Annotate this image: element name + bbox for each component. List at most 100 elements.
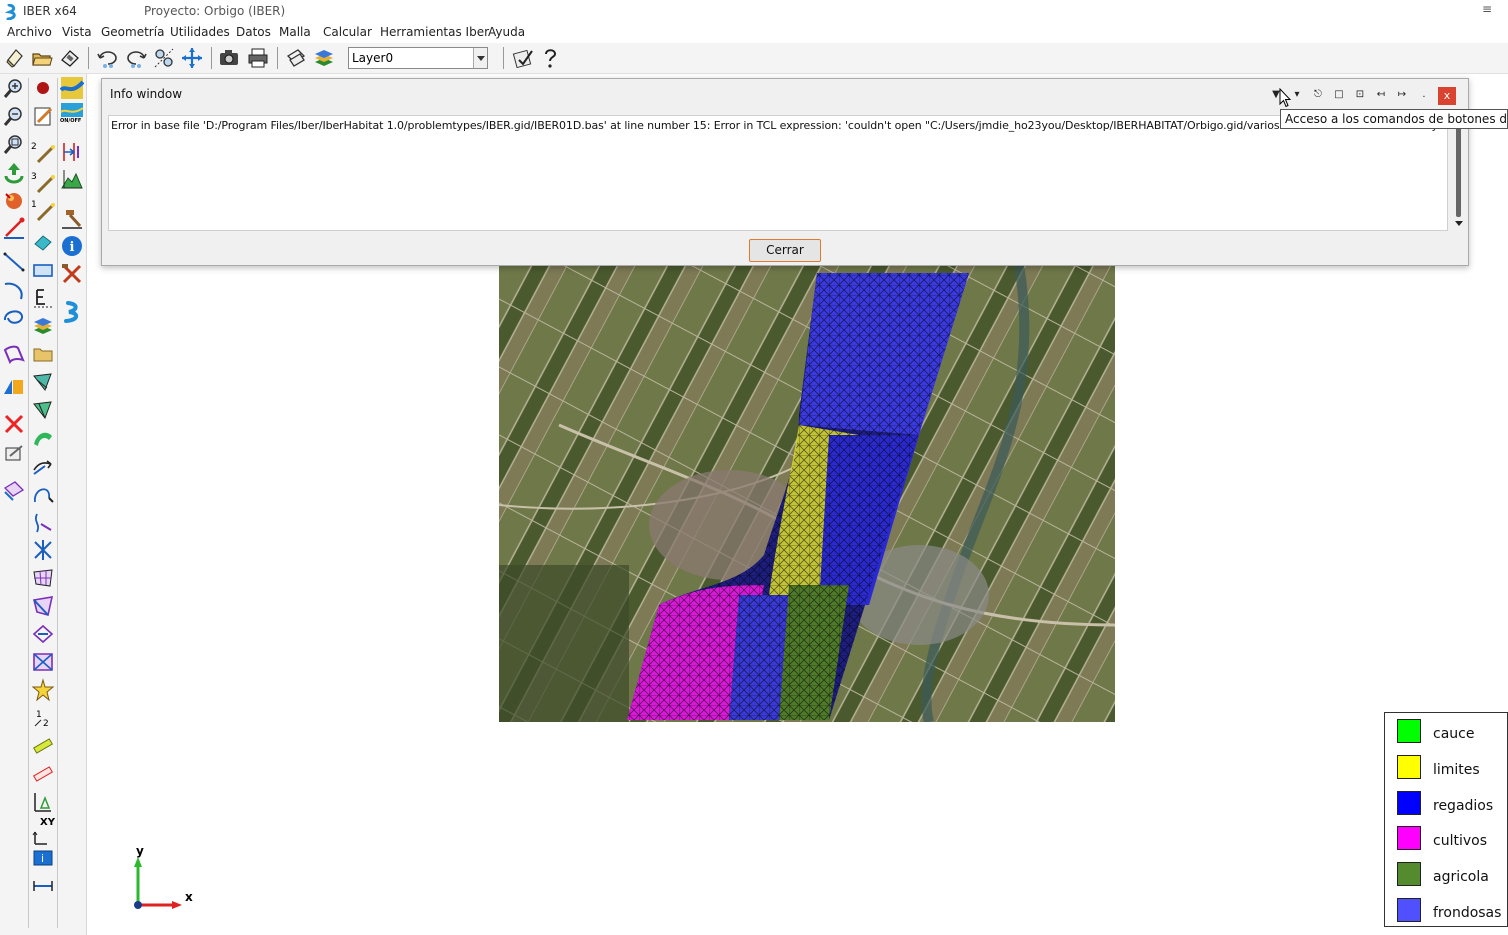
layer-select[interactable]: Layer0 <box>348 47 488 69</box>
render-icon[interactable] <box>2 188 26 212</box>
legend-label: cauce <box>1433 726 1475 742</box>
project-title: Proyecto: Orbigo (IBER) <box>144 4 286 18</box>
star-point-icon[interactable] <box>31 678 55 702</box>
surface-boundary-icon[interactable] <box>31 622 55 646</box>
info-message-textarea[interactable]: Error in base file 'D:/Program Files/Ibe… <box>108 115 1448 231</box>
close-window-button[interactable]: x <box>1438 87 1456 105</box>
delete-icon[interactable] <box>2 412 26 436</box>
edit-icon[interactable] <box>2 442 26 466</box>
print-icon[interactable] <box>246 46 270 70</box>
title-bar: IBER x64 Proyecto: Orbigo (IBER) ≡ <box>0 0 1508 24</box>
bridge-icon[interactable] <box>60 140 84 164</box>
text-icon[interactable] <box>31 286 55 310</box>
legend-label: agricola <box>1433 869 1489 885</box>
camera-icon[interactable] <box>217 46 241 70</box>
create-line-icon[interactable] <box>2 250 26 274</box>
intersect-icon[interactable] <box>31 538 55 562</box>
order-1-wand-icon[interactable] <box>33 200 57 224</box>
menu-datos[interactable]: Datos <box>236 25 271 39</box>
dimension-icon[interactable] <box>31 874 55 898</box>
dock-left-icon[interactable]: ↤ <box>1373 87 1389 103</box>
error-message-text: Error in base file 'D:/Program Files/Ibe… <box>111 119 1441 132</box>
layers-icon[interactable] <box>312 46 336 70</box>
menu-herramientas-iber[interactable]: Herramientas Iber <box>380 25 489 39</box>
create-arc-icon[interactable] <box>2 278 26 302</box>
maximize-icon[interactable]: ⊡ <box>1352 87 1368 103</box>
grid-surface-icon[interactable] <box>31 566 55 590</box>
menu-archivo[interactable]: Archivo <box>7 25 52 39</box>
mesh-surface-3-icon[interactable] <box>31 426 55 450</box>
iber-logo-tool-icon[interactable] <box>60 300 84 324</box>
iber-map-icon[interactable] <box>60 76 84 100</box>
pan-icon[interactable] <box>180 46 204 70</box>
menu-calcular[interactable]: Calcular <box>323 25 372 39</box>
tools-cross-icon[interactable] <box>60 262 84 286</box>
scrollbar-thumb[interactable] <box>1456 127 1461 217</box>
create-point-icon[interactable] <box>2 216 26 240</box>
create-nurbs-icon[interactable] <box>2 306 26 330</box>
measure-icon[interactable] <box>31 734 55 758</box>
window-title-buttons: ▼ ▾ ⎋ □ ⊡ ↤ ↦ . x <box>1268 87 1458 105</box>
info-icon[interactable]: i <box>60 234 84 258</box>
eraser-icon[interactable] <box>31 230 55 254</box>
order-2-wand-icon[interactable] <box>33 142 57 166</box>
collapse-icon[interactable]: ▾ <box>1289 87 1305 103</box>
save-icon[interactable] <box>58 46 82 70</box>
chevron-down-icon[interactable] <box>473 48 487 68</box>
zoom-in-icon[interactable] <box>2 76 26 100</box>
onoff-label: ON/OFF <box>60 118 82 124</box>
hammer-icon[interactable] <box>60 206 84 230</box>
record-icon[interactable] <box>31 76 55 100</box>
problem-data-icon[interactable] <box>511 46 535 70</box>
pin-icon[interactable]: ⎋ <box>1310 87 1326 103</box>
layer-tool-icon[interactable] <box>284 46 308 70</box>
left-toolbar: 2 3 1 12 XY i ON/OFF i <box>0 74 87 935</box>
copy-icon[interactable] <box>2 478 26 502</box>
menu-vista[interactable]: Vista <box>62 25 92 39</box>
surface-mesh-icon[interactable] <box>31 650 55 674</box>
create-surface-icon[interactable] <box>2 342 26 366</box>
create-volume-icon[interactable] <box>2 374 26 398</box>
window-menu-icon[interactable]: ≡ <box>1482 2 1492 16</box>
folder-icon[interactable] <box>31 342 55 366</box>
rotate-right-icon[interactable] <box>124 46 148 70</box>
redraw-icon[interactable] <box>2 160 26 184</box>
help-icon[interactable] <box>538 46 562 70</box>
coordinates-icon[interactable] <box>31 824 55 848</box>
iber-logo-icon <box>5 4 16 20</box>
app-title: IBER x64 <box>23 4 77 18</box>
layers-stack-icon[interactable] <box>31 314 55 338</box>
curve-join-icon[interactable] <box>31 482 55 506</box>
minimize-icon[interactable]: . <box>1416 87 1432 103</box>
dock-right-icon[interactable]: ↦ <box>1394 87 1410 103</box>
cerrar-button[interactable]: Cerrar <box>749 239 821 262</box>
menu-utilidades[interactable]: Utilidades <box>170 25 230 39</box>
menu-geometria[interactable]: Geometría <box>101 25 164 39</box>
order-3-wand-icon[interactable] <box>33 172 57 196</box>
rectangle-icon[interactable] <box>31 258 55 282</box>
surface-diagonal-icon[interactable] <box>31 594 55 618</box>
edit-note-icon[interactable] <box>31 104 55 128</box>
axis-x-label: x <box>185 890 193 904</box>
menu-ayuda[interactable]: Ayuda <box>488 25 525 39</box>
new-file-icon[interactable] <box>3 46 27 70</box>
mesh-surface-icon[interactable] <box>31 370 55 394</box>
scroll-down-icon[interactable] <box>1455 221 1463 226</box>
restore-icon[interactable]: □ <box>1331 87 1347 103</box>
zoom-out-icon[interactable] <box>2 104 26 128</box>
curve-split-icon[interactable] <box>31 510 55 534</box>
ruler-icon[interactable] <box>31 762 55 786</box>
numbering-icon[interactable]: 12 <box>31 706 55 730</box>
rotate-left-icon[interactable] <box>96 46 120 70</box>
menu-malla[interactable]: Malla <box>279 25 311 39</box>
mouse-cursor-icon <box>1279 88 1291 108</box>
vertical-scrollbar[interactable] <box>1452 115 1466 231</box>
distance-icon[interactable] <box>31 790 55 814</box>
info-small-icon[interactable]: i <box>31 846 55 870</box>
terrain-icon[interactable] <box>60 168 84 192</box>
arrow-curve-icon[interactable] <box>31 454 55 478</box>
zoom-frame-icon[interactable] <box>152 46 176 70</box>
open-folder-icon[interactable] <box>30 46 54 70</box>
mesh-surface-2-icon[interactable] <box>31 398 55 422</box>
zoom-window-icon[interactable] <box>2 132 26 156</box>
